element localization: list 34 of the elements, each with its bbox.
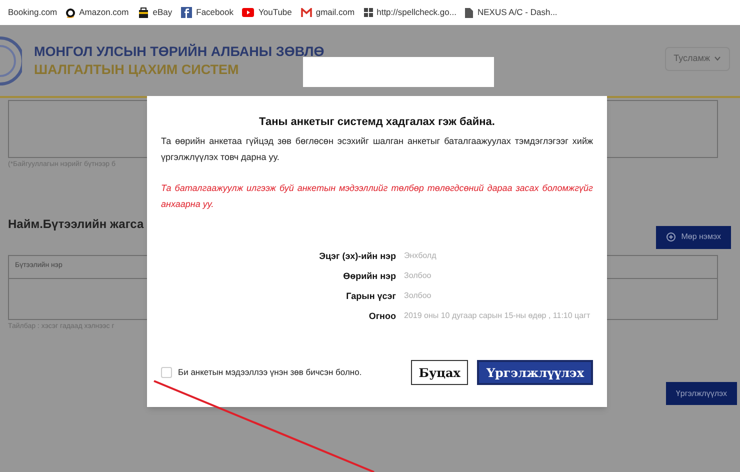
bookmark-link[interactable]: eBay: [152, 6, 172, 19]
site-title: МОНГОЛ УЛСЫН ТӨРИЙН АЛБАНЫ ЗӨВЛӨ: [34, 42, 324, 60]
section-heading: Найм.Бүтээлийн жагса: [8, 216, 144, 232]
facebook-icon: [181, 7, 192, 18]
field-value: 2019 оны 10 дугаар сарын 15-ны өдөр , 11:10 цагт: [404, 310, 592, 322]
back-button[interactable]: Буцах: [410, 360, 468, 385]
site-subtitle: ШАЛГАЛТЫН ЦАХИМ СИСТЕМ: [34, 60, 240, 78]
field-value: Золбоо: [404, 290, 432, 302]
bookmark-link[interactable]: YouTube: [258, 6, 292, 19]
field-label: Гарын үсэг: [345, 290, 396, 303]
chevron-down-icon: [714, 56, 721, 61]
bookmark-link[interactable]: NEXUS A/C - Dash...: [477, 6, 558, 19]
bookmark-link[interactable]: Booking.com: [8, 6, 58, 19]
bookmark-link[interactable]: gmail.com: [316, 6, 355, 19]
mail-icon: [300, 8, 312, 17]
continue-button[interactable]: Үргэлжлүүлэх: [666, 382, 737, 405]
bookmark-link[interactable]: Facebook: [196, 6, 234, 19]
play-icon: [242, 8, 254, 17]
document-icon: [465, 8, 474, 18]
field-value: Золбоо: [404, 270, 432, 282]
agree-checkbox[interactable]: [161, 367, 172, 378]
shopping-bag-icon: [138, 7, 149, 18]
bookmark-link[interactable]: Amazon.com: [79, 6, 129, 19]
agree-label: Би анкетын мэдээллээ үнэн зөв бичсэн болно.: [178, 366, 362, 379]
modal-title: Таны анкетыг системд хадгалах гэж байна.: [258, 115, 496, 130]
add-row-button[interactable]: Мөр нэмэх: [656, 226, 731, 248]
bookmark-link[interactable]: http://spellcheck.go...: [376, 6, 456, 19]
logo-emblem: [0, 36, 22, 86]
plus-circle-icon: [666, 232, 676, 242]
grid-icon: [364, 8, 373, 17]
continue-button[interactable]: Үргэлжлүүлэх: [477, 360, 593, 385]
warning-text: Та баталгаажуулж илгээж буй анкетын мэдээллийг төлбөр төлөгдсөний дараа засах боломжгүйг анхаарна уу.: [161, 182, 593, 211]
modal-message: Та өөрийн анкетаа гүйцэд зөв бөглөсөн эсэхийг шалган анкетыг баталгаажуулах тэмдэглэгээг хийж үргэлжлүүлэх товч дарна уу.: [161, 134, 593, 164]
field-label: Огноо: [368, 310, 396, 322]
